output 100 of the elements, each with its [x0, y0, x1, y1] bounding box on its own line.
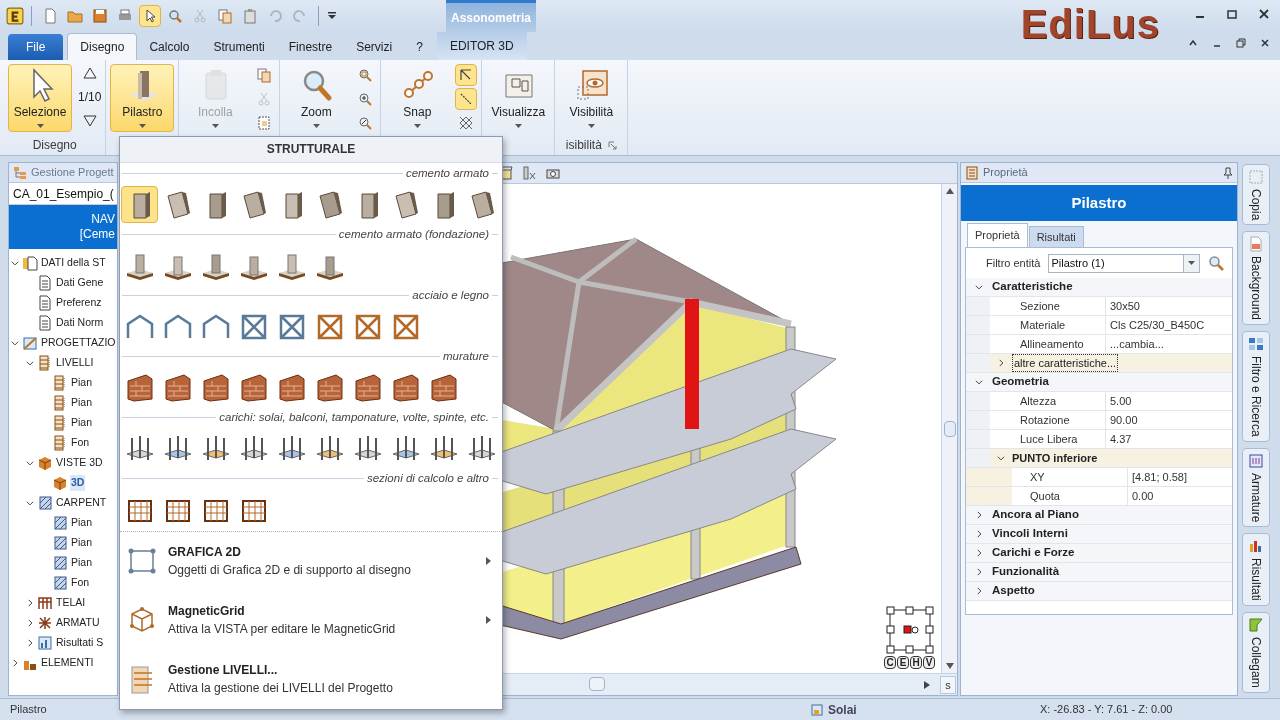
close-icon[interactable] — [1258, 8, 1270, 20]
tree-item[interactable]: Dati Gene — [55, 275, 105, 291]
menu-item-title: GRAFICA 2D — [168, 544, 242, 562]
tree-item[interactable]: Fon — [70, 575, 91, 591]
tree-item[interactable]: CARPENT — [55, 495, 108, 511]
restore-icon[interactable] — [1226, 8, 1238, 20]
scroll-button[interactable]: s — [940, 675, 956, 694]
tree-item[interactable]: Dati Norm — [55, 315, 105, 331]
level-up-icon[interactable] — [82, 66, 97, 80]
ribbon-button[interactable]: Pilastro — [110, 64, 175, 132]
results-chart-icon — [37, 635, 53, 651]
ribbon-tab[interactable]: Calcolo — [137, 34, 202, 60]
ribbon-button[interactable]: Visibilità — [559, 64, 624, 132]
collapse-ribbon-icon[interactable] — [1188, 38, 1198, 48]
property-value[interactable]: 90.00 — [1106, 411, 1232, 429]
close-icon[interactable] — [1260, 38, 1270, 48]
section-title[interactable]: Aspetto — [992, 582, 1035, 600]
scroll-up-icon[interactable] — [945, 188, 954, 194]
tree-item[interactable]: PROGETTAZIO — [40, 335, 117, 351]
tree-item[interactable]: Fon — [70, 435, 91, 451]
property-value[interactable]: 4.37 — [1106, 430, 1232, 448]
tree-item[interactable]: Preferenz — [55, 295, 103, 311]
view-button[interactable]: V — [923, 656, 935, 669]
scroll-thumb[interactable] — [943, 420, 956, 437]
ribbon-button[interactable]: Zoom — [284, 64, 349, 132]
tree-item[interactable]: Pian — [70, 555, 93, 571]
ribbon-tab[interactable]: EDITOR 3D — [436, 32, 527, 60]
property-value[interactable]: ...cambia... — [1106, 335, 1232, 353]
collapse-icon[interactable] — [25, 458, 35, 468]
ribbon-tab[interactable]: Strumenti — [201, 34, 277, 60]
section-heading: murature — [442, 349, 489, 364]
menu-item[interactable]: MagneticGrid Attiva la VISTA per editare le MagneticGrid — [120, 590, 502, 650]
ribbon-tab[interactable]: Disegno — [67, 33, 138, 60]
ribbon-button[interactable]: Selezione — [8, 64, 72, 132]
scroll-down-icon[interactable] — [945, 663, 954, 669]
panel-tab[interactable]: Risultati — [1028, 226, 1084, 247]
zoom-all-icon — [357, 91, 374, 107]
property-value[interactable]: [4.81; 0.58] — [1128, 468, 1232, 486]
side-tab[interactable]: Copia — [1242, 164, 1270, 226]
vertical-scrollbar[interactable] — [941, 184, 957, 673]
property-group[interactable]: altre caratteristiche... — [1012, 353, 1119, 373]
collapse-icon[interactable] — [10, 258, 20, 268]
collapse-icon[interactable] — [996, 453, 1006, 463]
ribbon-button[interactable]: Visualizza — [486, 64, 551, 132]
filter-dropdown[interactable]: Pilastro (1) — [1048, 253, 1200, 273]
tree-item[interactable]: ELEMENTI — [40, 655, 95, 671]
side-tab[interactable]: Filtro e Ricerca — [1242, 331, 1270, 443]
menu-item[interactable]: GRAFICA 2D Oggetti di Grafica 2D e di supporto al disegno — [120, 531, 502, 591]
structure-tool-button[interactable] — [121, 185, 158, 223]
property-value[interactable]: 0.00 — [1128, 487, 1232, 505]
app-logo-icon[interactable] — [6, 7, 24, 25]
collapse-icon[interactable] — [974, 282, 984, 292]
side-tab[interactable]: Armature — [1242, 448, 1270, 528]
section-heading: acciaio e legno — [412, 288, 489, 303]
search-icon[interactable] — [1208, 255, 1224, 271]
ribbon-tab[interactable]: ? — [404, 34, 435, 60]
view-button[interactable]: E — [897, 656, 909, 669]
customize-menu-icon[interactable] — [326, 10, 338, 22]
tree-item[interactable]: DATI della ST — [40, 255, 107, 271]
property-value[interactable]: Cls C25/30_B450C — [1106, 316, 1232, 334]
cursor-button[interactable] — [139, 5, 161, 27]
side-tab[interactable]: Risultati — [1242, 533, 1270, 607]
scroll-right-icon[interactable] — [924, 680, 930, 689]
drafting-icon — [22, 335, 38, 351]
ribbon-tab[interactable]: Finestre — [276, 34, 345, 60]
pin-icon[interactable] — [1223, 166, 1233, 179]
tree-item[interactable]: Pian — [70, 395, 93, 411]
level-down-icon[interactable] — [82, 114, 97, 128]
property-value[interactable]: 5.00 — [1106, 392, 1232, 410]
scroll-thumb[interactable] — [589, 677, 605, 691]
tree-item[interactable]: 3D — [70, 475, 86, 491]
side-tab[interactable]: Background — [1242, 231, 1270, 326]
tree-item[interactable]: Risultati S — [55, 635, 105, 651]
snap-corner-button[interactable] — [455, 64, 478, 86]
tree-item[interactable]: LIVELLI — [55, 355, 95, 371]
view-cube-icon[interactable] — [885, 606, 934, 654]
tree-item[interactable]: VISTE 3D — [55, 455, 104, 471]
ribbon-button[interactable]: Snap — [385, 64, 450, 132]
ribbon-tab[interactable]: File — [8, 34, 64, 60]
restore-icon[interactable] — [1236, 38, 1246, 48]
tree-item[interactable]: Pian — [70, 415, 93, 431]
view-button[interactable]: H — [910, 656, 922, 669]
tree-item[interactable]: TELAI — [55, 595, 87, 611]
property-value[interactable]: 30x50 — [1106, 297, 1232, 315]
tree-item[interactable]: Pian — [70, 515, 93, 531]
status-layer: Solai — [828, 701, 857, 719]
expand-icon[interactable] — [996, 358, 1006, 368]
dialog-launcher-icon[interactable] — [607, 140, 617, 150]
collapse-icon[interactable] — [974, 377, 984, 387]
collapse-icon[interactable] — [25, 498, 35, 508]
panel-tab[interactable]: Proprietà — [967, 223, 1028, 247]
tree-item[interactable]: Pian — [70, 375, 93, 391]
side-tab[interactable]: Collegam — [1242, 612, 1270, 693]
menu-item[interactable]: Gestione LIVELLI... Attiva la gestione dei LIVELLI del Progetto — [120, 649, 502, 709]
ribbon-tab[interactable]: Servizi — [344, 34, 405, 60]
tree-item[interactable]: ARMATU — [55, 615, 101, 631]
view-button[interactable]: C — [884, 656, 896, 669]
app-logo: EdiLus — [1020, 4, 1160, 44]
tree-item[interactable]: Pian — [70, 535, 93, 551]
remove-column-icon[interactable] — [521, 165, 537, 181]
